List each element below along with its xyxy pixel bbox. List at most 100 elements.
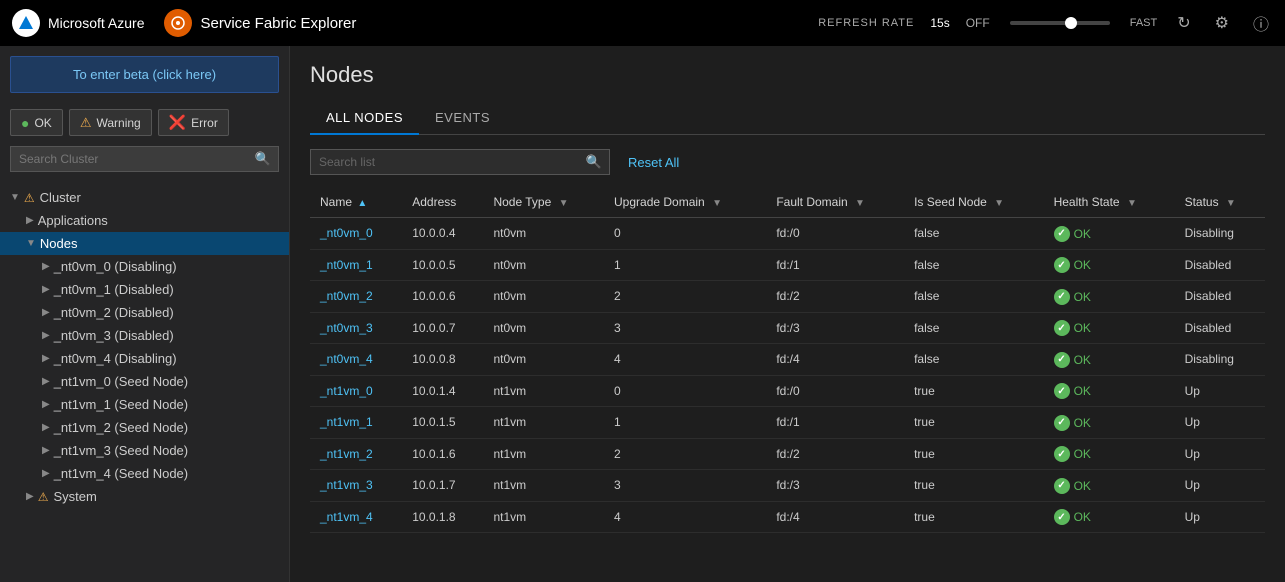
cell-address: 10.0.0.4 [402, 218, 483, 250]
fast-label: FAST [1130, 17, 1158, 29]
cell-is-seed-node: true [904, 470, 1043, 502]
nt1vm2-chevron: ▶ [42, 422, 50, 433]
search-cluster-input[interactable] [10, 146, 279, 172]
node-name-link[interactable]: _nt0vm_1 [320, 258, 373, 272]
cell-name[interactable]: _nt0vm_1 [310, 249, 402, 281]
node-name-link[interactable]: _nt1vm_0 [320, 384, 373, 398]
error-status-button[interactable]: ❌ Error [158, 109, 229, 136]
node-name-link[interactable]: _nt1vm_2 [320, 447, 373, 461]
cell-upgrade-domain: 1 [604, 249, 766, 281]
sidebar-item-nt0vm4[interactable]: ▶ _nt0vm_4 (Disabling) [0, 347, 289, 370]
cell-fault-domain: fd:/1 [766, 407, 904, 439]
ok-circle-icon: ✓ [1054, 509, 1070, 525]
cell-address: 10.0.1.7 [402, 470, 483, 502]
sidebar-item-nodes[interactable]: ▼ Nodes [0, 232, 289, 255]
cell-name[interactable]: _nt0vm_0 [310, 218, 402, 250]
sfx-title: Service Fabric Explorer [200, 15, 356, 32]
system-chevron: ▶ [26, 491, 34, 502]
warning-label: Warning [96, 116, 140, 130]
sidebar-item-nt1vm4[interactable]: ▶ _nt1vm_4 (Seed Node) [0, 462, 289, 485]
sidebar-item-nt1vm4-label: _nt1vm_4 (Seed Node) [54, 466, 188, 481]
topnav-right: REFRESH RATE 15s OFF FAST ↻ ⚙ ⓘ [818, 7, 1273, 39]
node-name-link[interactable]: _nt0vm_4 [320, 352, 373, 366]
col-header-node-type[interactable]: Node Type ▼ [483, 187, 604, 218]
refresh-icon-btn[interactable]: ↻ [1173, 9, 1194, 37]
node-name-link[interactable]: _nt0vm_3 [320, 321, 373, 335]
sidebar-item-nt0vm0[interactable]: ▶ _nt0vm_0 (Disabling) [0, 255, 289, 278]
cell-name[interactable]: _nt1vm_2 [310, 438, 402, 470]
cell-name[interactable]: _nt0vm_2 [310, 281, 402, 313]
cell-upgrade-domain: 0 [604, 218, 766, 250]
sidebar-tree: ▼ ⚠ Cluster ▶ Applications ▼ Nodes ▶ _nt… [0, 182, 289, 582]
sidebar-item-nt1vm0[interactable]: ▶ _nt1vm_0 (Seed Node) [0, 370, 289, 393]
cell-name[interactable]: _nt1vm_1 [310, 407, 402, 439]
node-name-link[interactable]: _nt1vm_1 [320, 415, 373, 429]
col-header-upgrade-domain[interactable]: Upgrade Domain ▼ [604, 187, 766, 218]
col-header-fault-domain[interactable]: Fault Domain ▼ [766, 187, 904, 218]
sidebar-item-nt0vm1-label: _nt0vm_1 (Disabled) [54, 282, 174, 297]
cell-name[interactable]: _nt1vm_3 [310, 470, 402, 502]
sidebar-item-nt1vm0-label: _nt1vm_0 (Seed Node) [54, 374, 188, 389]
cell-node-type: nt0vm [483, 312, 604, 344]
cell-address: 10.0.1.6 [402, 438, 483, 470]
health-state-badge: ✓ OK [1054, 226, 1091, 242]
col-header-address[interactable]: Address [402, 187, 483, 218]
sidebar-item-applications[interactable]: ▶ Applications [0, 209, 289, 232]
top-navigation: Microsoft Azure Service Fabric Explorer … [0, 0, 1285, 46]
search-list-input[interactable] [310, 149, 610, 175]
sidebar-item-nt1vm1[interactable]: ▶ _nt1vm_1 (Seed Node) [0, 393, 289, 416]
col-header-status[interactable]: Status ▼ [1175, 187, 1265, 218]
content-area: Nodes ALL NODES EVENTS 🔍 Reset All Name … [290, 46, 1285, 582]
cell-node-type: nt1vm [483, 407, 604, 439]
cell-node-type: nt1vm [483, 501, 604, 533]
toolbar: 🔍 Reset All [310, 149, 1265, 175]
sidebar-item-nt1vm2[interactable]: ▶ _nt1vm_2 (Seed Node) [0, 416, 289, 439]
cell-upgrade-domain: 2 [604, 438, 766, 470]
col-header-health-state[interactable]: Health State ▼ [1044, 187, 1175, 218]
sidebar-item-nt0vm1[interactable]: ▶ _nt0vm_1 (Disabled) [0, 278, 289, 301]
cell-upgrade-domain: 1 [604, 407, 766, 439]
cell-health-state: ✓ OK [1044, 281, 1175, 313]
sidebar-item-nt1vm3[interactable]: ▶ _nt1vm_3 (Seed Node) [0, 439, 289, 462]
cell-name[interactable]: _nt1vm_0 [310, 375, 402, 407]
cell-health-state: ✓ OK [1044, 407, 1175, 439]
cell-is-seed-node: false [904, 281, 1043, 313]
nodes-table: Name ▲ Address Node Type ▼ Upgrade Domai… [310, 187, 1265, 533]
sidebar-item-nt0vm2[interactable]: ▶ _nt0vm_2 (Disabled) [0, 301, 289, 324]
beta-banner[interactable]: To enter beta (click here) [10, 56, 279, 93]
sidebar-item-cluster[interactable]: ▼ ⚠ Cluster [0, 186, 289, 209]
tab-all-nodes[interactable]: ALL NODES [310, 102, 419, 135]
health-state-badge: ✓ OK [1054, 320, 1091, 336]
cell-name[interactable]: _nt0vm_3 [310, 312, 402, 344]
table-row: _nt1vm_0 10.0.1.4 nt1vm 0 fd:/0 true ✓ O… [310, 375, 1265, 407]
error-label: Error [191, 116, 218, 130]
info-icon-btn[interactable]: ⓘ [1249, 7, 1273, 39]
col-header-name[interactable]: Name ▲ [310, 187, 402, 218]
main-layout: To enter beta (click here) ● OK ⚠ Warnin… [0, 46, 1285, 582]
ok-status-button[interactable]: ● OK [10, 109, 63, 136]
reset-all-button[interactable]: Reset All [620, 151, 687, 174]
cell-is-seed-node: false [904, 249, 1043, 281]
cell-status: Disabling [1175, 344, 1265, 376]
settings-icon-btn[interactable]: ⚙ [1211, 9, 1233, 37]
node-name-link[interactable]: _nt1vm_4 [320, 510, 373, 524]
warning-status-button[interactable]: ⚠ Warning [69, 109, 152, 136]
node-name-link[interactable]: _nt1vm_3 [320, 478, 373, 492]
cell-address: 10.0.0.6 [402, 281, 483, 313]
cell-name[interactable]: _nt0vm_4 [310, 344, 402, 376]
search-list-container: 🔍 [310, 149, 610, 175]
node-name-link[interactable]: _nt0vm_0 [320, 226, 373, 240]
sidebar-item-cluster-label: Cluster [40, 190, 81, 205]
tab-events[interactable]: EVENTS [419, 102, 506, 135]
cell-name[interactable]: _nt1vm_4 [310, 501, 402, 533]
table-header-row: Name ▲ Address Node Type ▼ Upgrade Domai… [310, 187, 1265, 218]
system-warn-icon: ⚠ [38, 490, 49, 504]
refresh-off-label: OFF [966, 16, 990, 30]
refresh-slider[interactable] [1010, 21, 1110, 25]
node-name-link[interactable]: _nt0vm_2 [320, 289, 373, 303]
col-header-is-seed-node[interactable]: Is Seed Node ▼ [904, 187, 1043, 218]
ok-circle-icon: ✓ [1054, 226, 1070, 242]
sidebar-item-system[interactable]: ▶ ⚠ System [0, 485, 289, 508]
sidebar-item-nt0vm3[interactable]: ▶ _nt0vm_3 (Disabled) [0, 324, 289, 347]
cell-address: 10.0.1.4 [402, 375, 483, 407]
